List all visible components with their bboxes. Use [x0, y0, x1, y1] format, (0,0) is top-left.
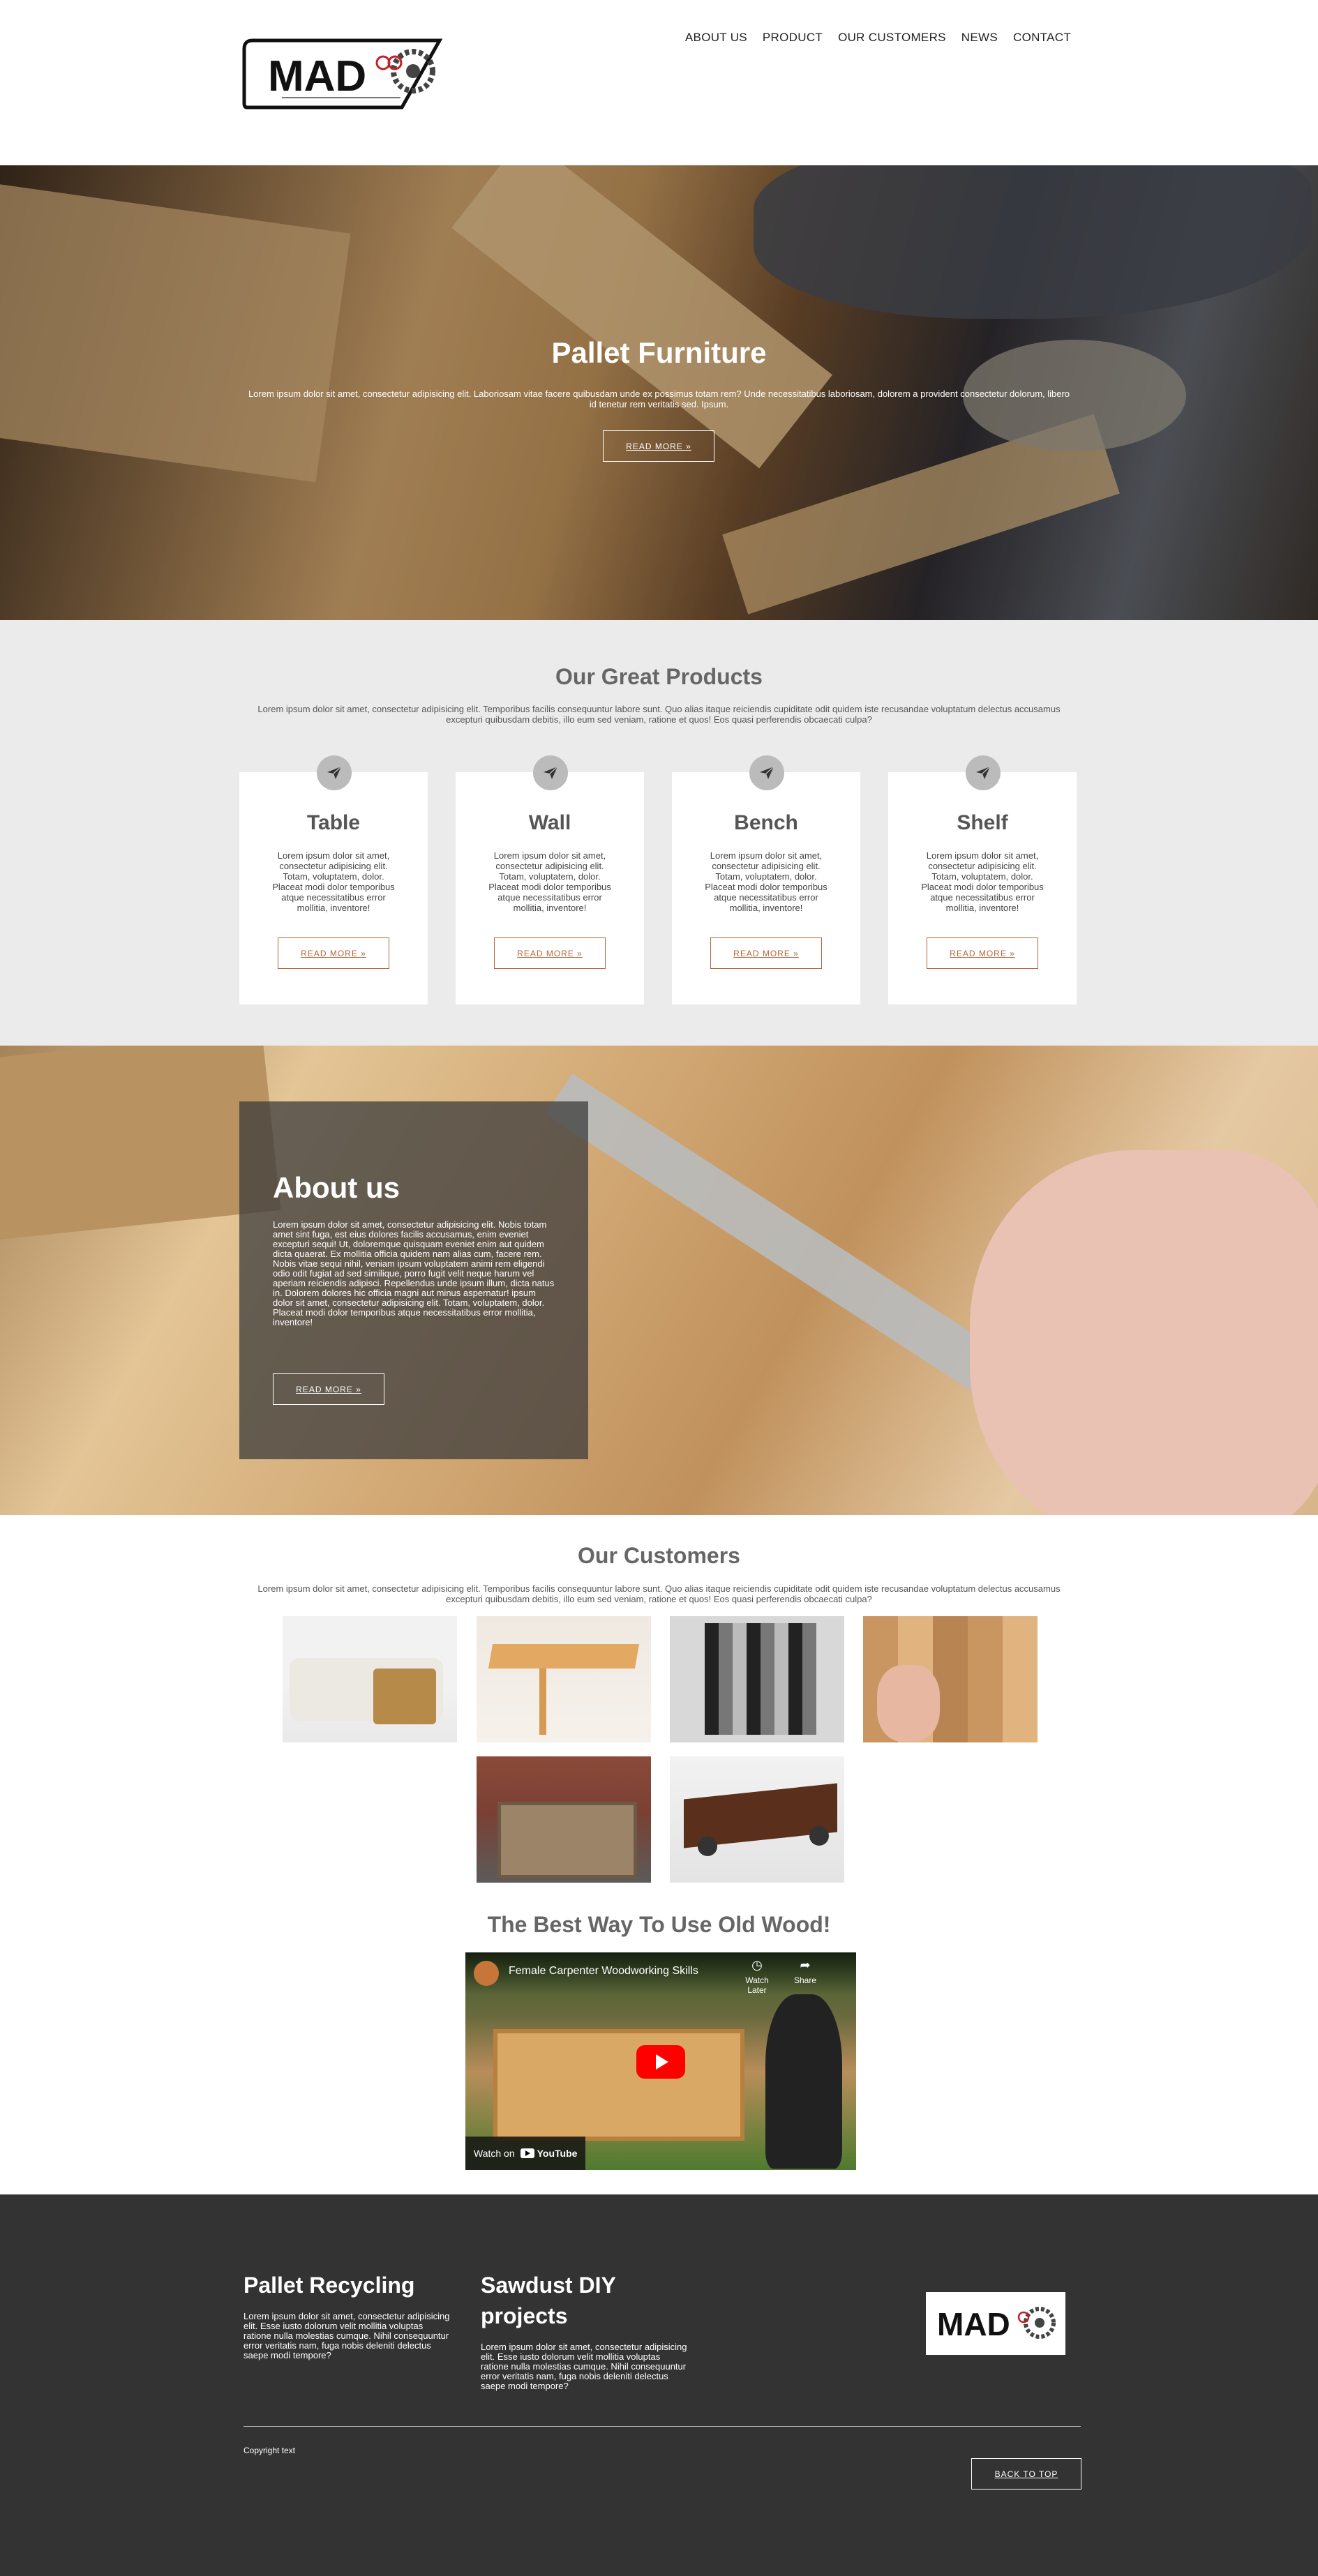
footer-col2-text: Lorem ipsum dolor sit amet, consectetur … — [481, 2342, 687, 2391]
nav-product[interactable]: PRODUCT — [763, 31, 823, 45]
product-card-table: Table Lorem ipsum dolor sit amet, consec… — [239, 755, 428, 1004]
about-title: About us — [273, 1171, 400, 1204]
nav-contact[interactable]: CONTACT — [1013, 31, 1071, 45]
youtube-play-icon — [520, 2148, 534, 2158]
page: MAD ABOUT US PRODUCT OUR CUSTOMERS NEWS … — [0, 0, 1318, 2576]
channel-avatar[interactable] — [474, 1961, 499, 1986]
video-thumb-bench — [493, 2029, 744, 2141]
customers-text: Lorem ipsum dolor sit amet, consectetur … — [257, 1583, 1061, 1604]
hero-section: Pallet Furniture Lorem ipsum dolor sit a… — [0, 165, 1318, 620]
product-name: Bench — [734, 811, 798, 834]
footer-col1-text: Lorem ipsum dolor sit amet, consectetur … — [244, 2311, 450, 2360]
footer-col1-title: Pallet Recycling — [244, 2273, 415, 2298]
clock-icon: ◷ — [751, 1958, 763, 1972]
paper-plane-icon — [966, 755, 1001, 790]
wall-art-blocks — [705, 1623, 816, 1735]
hero-text: Lorem ipsum dolor sit amet, consectetur … — [248, 389, 1070, 409]
share-label: Share — [793, 1975, 817, 1985]
wall-table-top — [488, 1644, 640, 1669]
coffee-table-wheel — [809, 1826, 829, 1846]
paper-plane-icon — [533, 755, 568, 790]
watch-on-label: Watch on — [474, 2148, 515, 2159]
crate-table — [497, 1802, 637, 1878]
watch-later-label: Watch Later — [745, 1975, 769, 1995]
play-button[interactable] — [636, 2045, 685, 2079]
paper-plane-icon — [317, 755, 352, 790]
products-title: Our Great Products — [555, 664, 763, 689]
video-section-title: The Best Way To Use Old Wood! — [487, 1912, 831, 1937]
video-title[interactable]: Female Carpenter Woodworking Skills — [509, 1965, 698, 1978]
about-read-more-button[interactable]: READ MORE » — [273, 1373, 384, 1405]
main-nav: ABOUT US PRODUCT OUR CUSTOMERS NEWS CONT… — [685, 31, 1071, 45]
about-bg-hand — [970, 1150, 1318, 1515]
share-button[interactable]: ➦ Share — [788, 1958, 823, 1985]
video-thumb-person — [765, 1994, 842, 2169]
footer-col2-title: Sawdust DIY projects — [481, 2273, 616, 2328]
product-name: Table — [306, 811, 361, 834]
watch-on-youtube-button[interactable]: Watch on YouTube — [465, 2137, 585, 2170]
product-card-shelf: Shelf Lorem ipsum dolor sit amet, consec… — [888, 755, 1077, 1004]
logo-text: MAD — [268, 52, 366, 100]
nav-news[interactable]: NEWS — [961, 31, 998, 45]
hand-shape — [877, 1665, 940, 1742]
youtube-embed[interactable]: Female Carpenter Woodworking Skills ◷ Wat… — [465, 1952, 856, 2170]
nav-our-customers[interactable]: OUR CUSTOMERS — [838, 31, 946, 45]
product-card-wall: Wall Lorem ipsum dolor sit amet, consect… — [456, 755, 644, 1004]
sofa-frame — [373, 1669, 436, 1724]
youtube-logo: YouTube — [520, 2148, 578, 2159]
customer-photo-wall-table[interactable] — [477, 1616, 651, 1742]
footer-logo-text: MAD — [937, 2306, 1010, 2342]
customer-photo-wood-blocks[interactable] — [863, 1616, 1038, 1742]
products-text: Lorem ipsum dolor sit amet, consectetur … — [257, 704, 1061, 725]
customer-photo-crate-table[interactable] — [477, 1756, 651, 1883]
copyright-text: Copyright text — [244, 2446, 296, 2455]
site-logo[interactable]: MAD — [240, 36, 447, 114]
wall-table-leg — [539, 1669, 546, 1735]
customer-photo-sofa[interactable] — [283, 1616, 457, 1742]
about-bg-board — [0, 1046, 281, 1243]
hero-read-more-button[interactable]: READ MORE » — [603, 430, 714, 462]
customer-photo-wall-art[interactable] — [670, 1616, 844, 1742]
product-text: Lorem ipsum dolor sit amet, consectetur … — [705, 850, 828, 913]
about-section: About us Lorem ipsum dolor sit amet, con… — [0, 1046, 1318, 1515]
nav-about-us[interactable]: ABOUT US — [685, 31, 747, 45]
product-read-more-button[interactable]: READ MORE » — [927, 937, 1038, 969]
products-section: Our Great Products Lorem ipsum dolor sit… — [0, 620, 1318, 1046]
play-icon — [656, 2054, 668, 2070]
footer-logo[interactable]: MAD — [926, 2292, 1065, 2355]
site-footer: Pallet Recycling Lorem ipsum dolor sit a… — [0, 2194, 1318, 2576]
product-name: Wall — [528, 811, 571, 834]
footer-divider — [244, 2426, 1081, 2427]
product-text: Lorem ipsum dolor sit amet, consectetur … — [488, 850, 611, 913]
customers-title: Our Customers — [578, 1543, 740, 1568]
back-to-top-button[interactable]: BACK TO TOP — [971, 2458, 1081, 2490]
coffee-table-wheel — [698, 1837, 717, 1856]
site-header: MAD ABOUT US PRODUCT OUR CUSTOMERS NEWS … — [0, 0, 1318, 165]
share-icon: ➦ — [800, 1958, 811, 1972]
product-read-more-button[interactable]: READ MORE » — [278, 937, 389, 969]
product-name: Shelf — [957, 811, 1008, 834]
customer-photo-coffee-table[interactable] — [670, 1756, 844, 1883]
product-read-more-button[interactable]: READ MORE » — [710, 937, 822, 969]
about-panel: About us Lorem ipsum dolor sit amet, con… — [239, 1101, 588, 1459]
product-read-more-button[interactable]: READ MORE » — [494, 937, 606, 969]
watch-later-button[interactable]: ◷ Watch Later — [736, 1958, 778, 1995]
hero-title: Pallet Furniture — [551, 336, 767, 369]
paper-plane-icon — [749, 755, 784, 790]
product-card-bench: Bench Lorem ipsum dolor sit amet, consec… — [672, 755, 860, 1004]
product-text: Lorem ipsum dolor sit amet, consectetur … — [272, 850, 395, 913]
product-text: Lorem ipsum dolor sit amet, consectetur … — [921, 850, 1044, 913]
youtube-label: YouTube — [537, 2148, 578, 2159]
about-text: Lorem ipsum dolor sit amet, consectetur … — [273, 1219, 555, 1327]
